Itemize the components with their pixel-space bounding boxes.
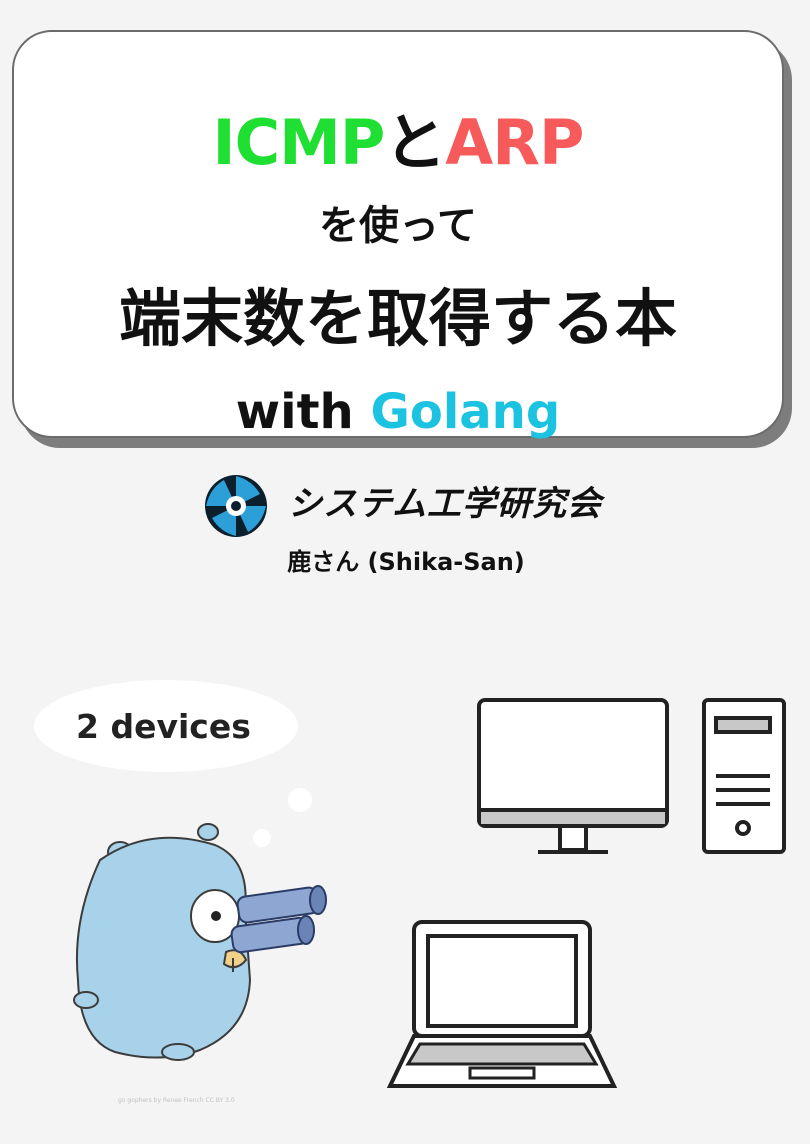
- title-main: 端末数を取得する本: [118, 282, 677, 355]
- binoculars-icon: [230, 885, 327, 954]
- desktop-monitor-icon: [477, 698, 669, 854]
- org-logo-icon: [205, 475, 267, 537]
- thought-bubble: [34, 680, 312, 847]
- title-line-with-golang: with Golang: [14, 382, 782, 442]
- title-arp: ARP: [445, 106, 584, 179]
- author-name: 鹿さん (Shika-San): [287, 548, 525, 576]
- gopher-mascot: [73, 823, 252, 1061]
- title-line-using: を使って: [319, 203, 477, 249]
- laptop-icon: [386, 920, 618, 1088]
- organization-row: システム工学研究会: [200, 470, 640, 540]
- title-with: with: [235, 384, 354, 440]
- title-card: ICMPとARP を使って 端末数を取得する本 with Golang: [12, 30, 784, 440]
- title-line-protocols: ICMPとARP: [14, 108, 782, 178]
- title-to: と: [384, 106, 446, 179]
- title-icmp: ICMP: [212, 106, 386, 179]
- tower-pc-icon: [702, 698, 786, 854]
- organization-name: システム工学研究会: [288, 484, 602, 524]
- image-credit: go gophers by Renee French CC BY 3.0: [118, 1097, 235, 1104]
- thought-bubble-text: 2 devices: [76, 707, 251, 746]
- title-golang: Golang: [370, 384, 561, 440]
